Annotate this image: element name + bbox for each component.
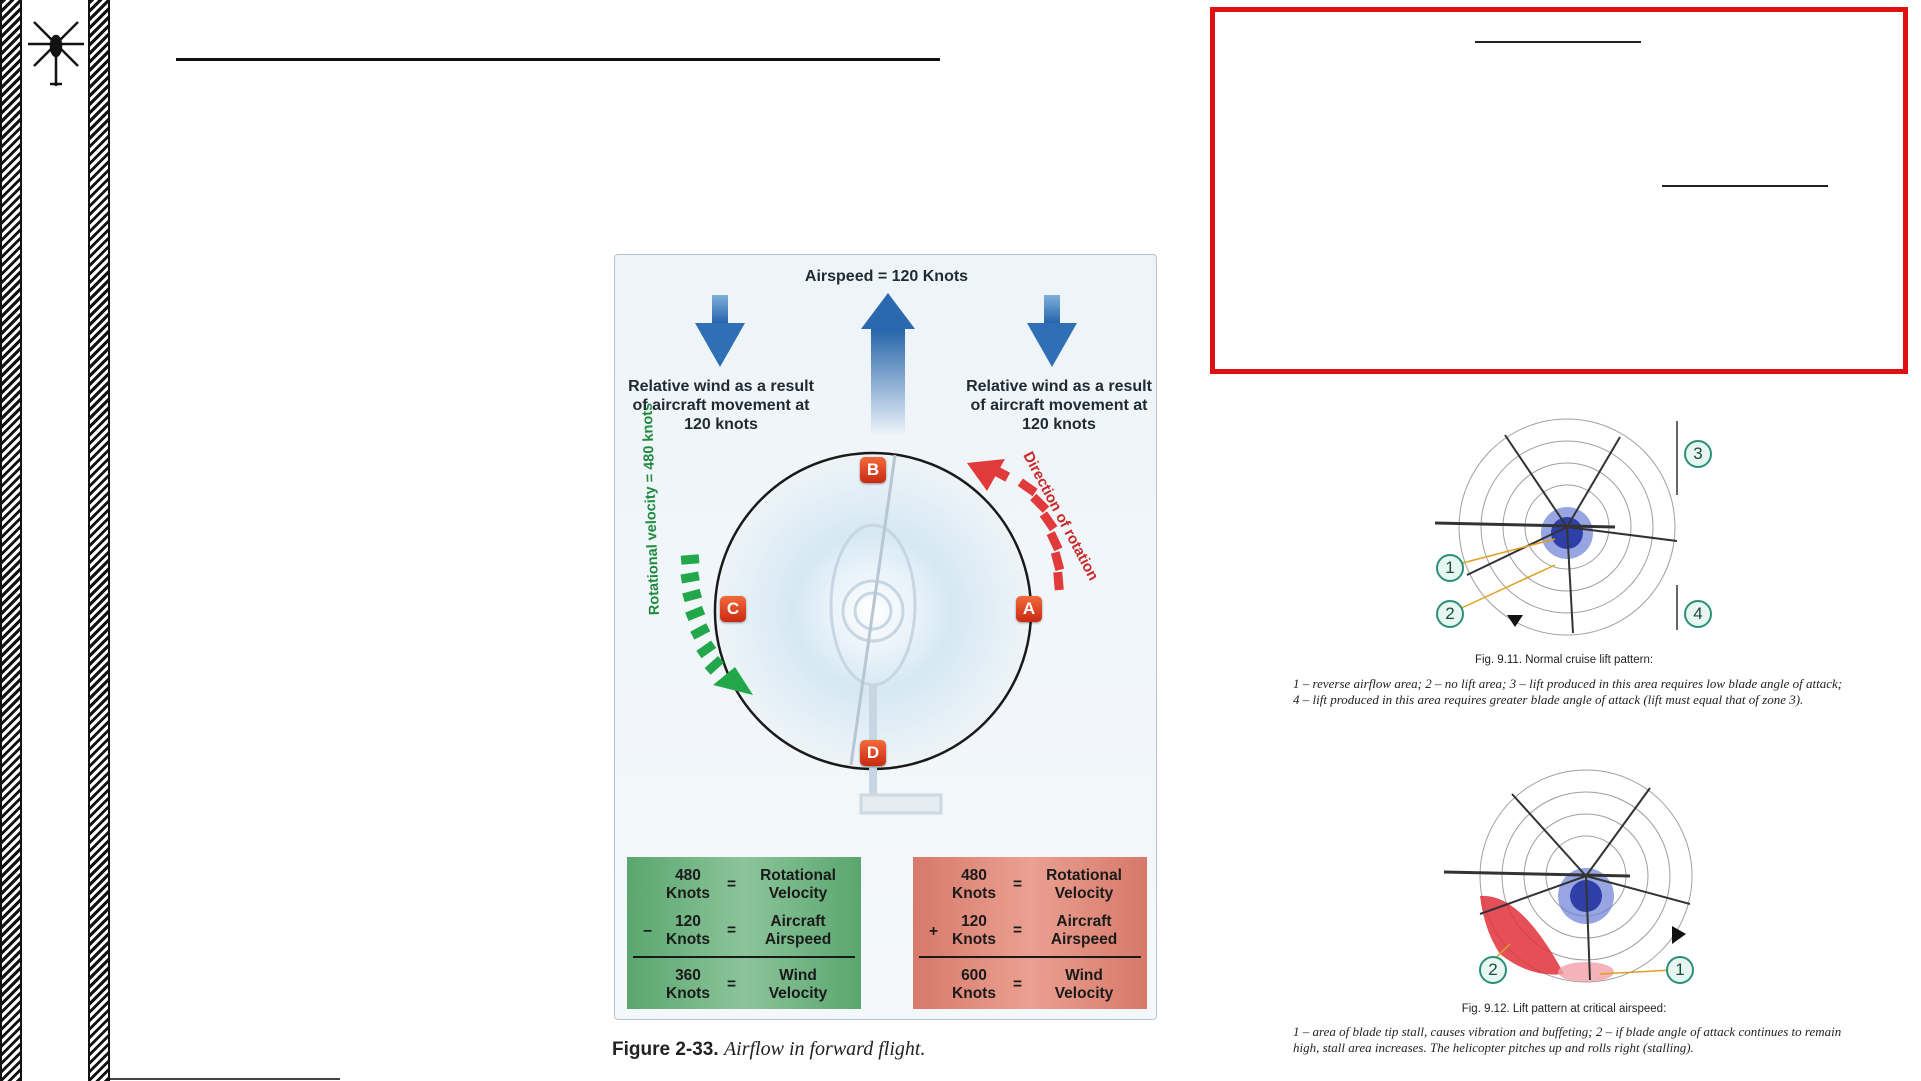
equals-sign: =: [727, 976, 737, 993]
figure-title: Airflow in forward flight.: [723, 1038, 926, 1060]
knots-value: 600: [961, 967, 987, 984]
figure-9-11-description: 1 – reverse airflow area; 2 – no lift ar…: [1293, 676, 1843, 707]
label-line-2: Velocity: [1054, 985, 1114, 1002]
highlight-underline-1: [1475, 41, 1641, 43]
figure-airflow-forward-flight: Direction of rotation Rotational velocit…: [614, 254, 1157, 1020]
point-c-badge: C: [720, 596, 746, 622]
aircraft-airspeed-row: − 120 Knots = Aircraft Airspeed: [627, 913, 861, 951]
minus-sign: −: [643, 923, 653, 940]
knots-value: 120: [961, 913, 987, 930]
critical-airspeed-lift-pattern-diagram: [1443, 769, 1693, 983]
knots-value: 480: [675, 867, 701, 884]
plus-sign: +: [929, 923, 939, 940]
knots-unit: Knots: [666, 885, 710, 902]
knots-value: 360: [675, 967, 701, 984]
knots-value: 480: [961, 867, 987, 884]
equals-sign: =: [727, 922, 737, 939]
label-line-1: Wind: [1065, 967, 1103, 984]
highlight-box: [1210, 7, 1908, 374]
label-line-2: Airspeed: [1050, 931, 1118, 948]
label-line-1: Wind: [779, 967, 817, 984]
right-hatched-rail: [88, 0, 110, 1081]
footer-rule: [110, 1078, 340, 1080]
knots-unit: Knots: [666, 931, 710, 948]
point-b-badge: B: [860, 457, 886, 483]
knots-unit: Knots: [952, 931, 996, 948]
wind-arrow-left: [695, 295, 745, 367]
relative-wind-left-label: Relative wind as a result of aircraft mo…: [628, 378, 814, 433]
marker-2: 2: [1436, 600, 1464, 628]
point-d-badge: D: [860, 740, 886, 766]
label-line-2: Velocity: [768, 885, 828, 902]
knots-unit: Knots: [666, 985, 710, 1002]
equals-sign: =: [727, 876, 737, 893]
sum-line: [919, 956, 1141, 958]
left-hatched-rail: [0, 0, 22, 1081]
rotational-velocity-text: Rotational velocity = 480 knots: [640, 403, 663, 616]
equals-sign: =: [1013, 922, 1023, 939]
retreating-blade-box: 480 Knots = Rotational Velocity − 120 Knots…: [627, 857, 861, 1009]
label-line-2: Airspeed: [764, 931, 832, 948]
figure-9-12-caption: Fig. 9.12. Lift pattern at critical airs…: [1461, 1003, 1667, 1015]
label-line-1: Rotational: [760, 867, 836, 884]
figure-number: Figure 2-33.: [612, 1039, 719, 1060]
wind-velocity-row: 360 Knots = Wind Velocity: [627, 967, 861, 1005]
point-a-badge: A: [1016, 596, 1042, 622]
marker-2: 2: [1479, 956, 1507, 984]
label-line-1: Aircraft: [1056, 913, 1112, 930]
knots-value: 120: [675, 913, 701, 930]
airspeed-arrow: [861, 293, 915, 435]
label-line-1: Rotational: [1046, 867, 1122, 884]
helicopter-icon: [28, 21, 84, 86]
aircraft-airspeed-row: + 120 Knots = Aircraft Airspeed: [913, 913, 1147, 951]
advancing-blade-box: 480 Knots = Rotational Velocity + 120 Knots…: [913, 857, 1147, 1009]
highlight-underline-2: [1662, 185, 1828, 187]
rotational-velocity-row: 480 Knots = Rotational Velocity: [913, 867, 1147, 905]
knots-unit: Knots: [952, 885, 996, 902]
label-line-2: Velocity: [768, 985, 828, 1002]
wind-arrow-right: [1027, 295, 1077, 367]
relative-wind-right-label: Relative wind as a result of aircraft mo…: [966, 378, 1152, 433]
knots-unit: Knots: [952, 985, 996, 1002]
marker-1: 1: [1666, 956, 1694, 984]
marker-3: 3: [1684, 440, 1712, 468]
label-line-1: Aircraft: [770, 913, 826, 930]
label-line-2: Velocity: [1054, 885, 1114, 902]
sum-line: [633, 956, 855, 958]
airspeed-label: Airspeed = 120 Knots: [804, 268, 969, 285]
marker-1: 1: [1436, 554, 1464, 582]
title-underline: [176, 58, 940, 61]
figure-caption: Figure 2-33. Airflow in forward flight.: [612, 1038, 925, 1061]
rotational-velocity-row: 480 Knots = Rotational Velocity: [627, 867, 861, 905]
marker-4: 4: [1684, 600, 1712, 628]
equals-sign: =: [1013, 876, 1023, 893]
figure-9-12-description: 1 – area of blade tip stall, causes vibr…: [1293, 1024, 1842, 1055]
figure-9-11-caption: Fig. 9.11. Normal cruise lift pattern:: [1474, 654, 1654, 666]
equals-sign: =: [1013, 976, 1023, 993]
wind-velocity-row: 600 Knots = Wind Velocity: [913, 967, 1147, 1005]
